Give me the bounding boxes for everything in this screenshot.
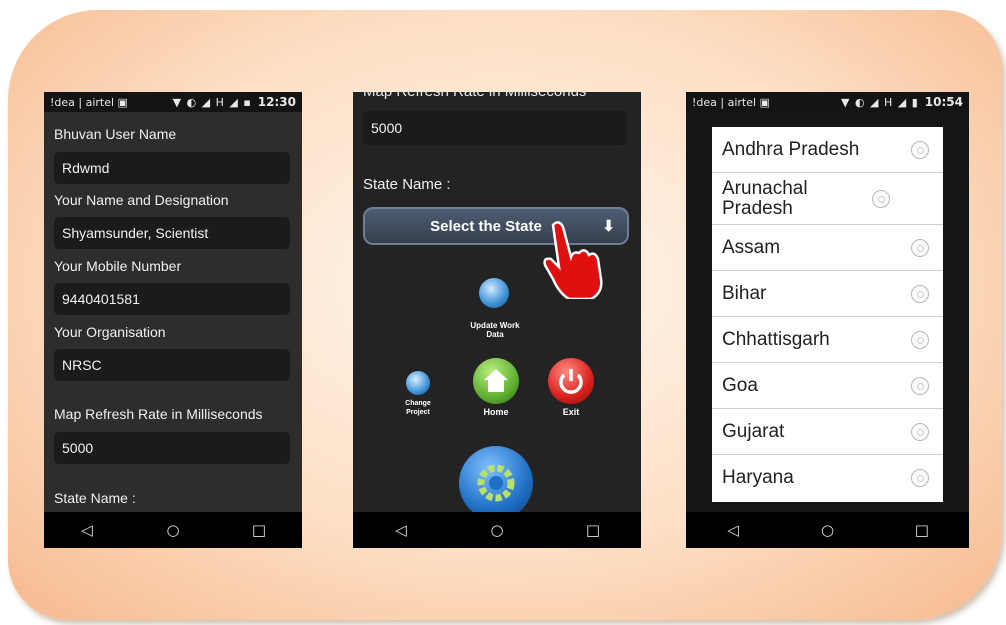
change-project-label: Change Project bbox=[405, 400, 431, 416]
status-bar: !dea | airtel ▣ ▼ ◐ ◢ H ◢ ▪ 12:30 bbox=[44, 92, 302, 112]
carrier-label: !dea | airtel ▣ bbox=[50, 95, 128, 109]
radio-button[interactable] bbox=[911, 330, 929, 349]
list-item[interactable]: Gujarat bbox=[712, 409, 943, 455]
nav-bar: ◁ ○ □ bbox=[686, 512, 969, 548]
name-designation-label: Your Name and Designation bbox=[54, 192, 229, 208]
user-name-field[interactable]: Rdwmd bbox=[54, 152, 290, 184]
select-state-label: Select the State bbox=[430, 217, 542, 235]
home-icon[interactable] bbox=[473, 358, 519, 404]
home-label: Home bbox=[483, 407, 509, 417]
arrow-down-icon: ⬇ bbox=[602, 218, 615, 235]
state-name: Bihar bbox=[722, 282, 767, 304]
state-name: Goa bbox=[722, 374, 758, 396]
list-item[interactable]: Goa bbox=[712, 363, 943, 409]
back-icon[interactable]: ◁ bbox=[381, 521, 421, 539]
radio-button[interactable] bbox=[911, 140, 929, 159]
list-item[interactable]: Arunachal Pradesh bbox=[712, 173, 943, 225]
state-name: Chhattisgarh bbox=[722, 328, 830, 350]
organisation-label: Your Organisation bbox=[54, 324, 166, 340]
back-icon[interactable]: ◁ bbox=[713, 521, 753, 539]
list-item[interactable]: Chhattisgarh bbox=[712, 317, 943, 363]
radio-button[interactable] bbox=[872, 189, 890, 208]
update-work-data-label: Update Work Data bbox=[470, 321, 520, 339]
home-nav-icon[interactable]: ○ bbox=[153, 521, 193, 539]
state-name: Andhra Pradesh bbox=[722, 138, 860, 160]
list-item[interactable]: Andhra Pradesh bbox=[712, 127, 943, 173]
recent-apps-icon[interactable]: □ bbox=[573, 521, 613, 539]
refresh-rate-field[interactable]: 5000 bbox=[363, 111, 627, 145]
recent-apps-icon[interactable]: □ bbox=[239, 521, 279, 539]
pointing-hand-icon bbox=[543, 221, 603, 299]
mobile-field[interactable]: 9440401581 bbox=[54, 283, 290, 315]
radio-button[interactable] bbox=[911, 238, 929, 257]
back-icon[interactable]: ◁ bbox=[67, 521, 107, 539]
state-name-label: State Name : bbox=[363, 176, 451, 193]
phone-state-picker: !dea | airtel ▣ ▼ ◐ ◢ H ◢ ▮ 10:54 Andhra… bbox=[686, 92, 969, 548]
clock: 10:54 bbox=[924, 95, 963, 109]
state-name-label: State Name : bbox=[54, 490, 136, 506]
organisation-field[interactable]: NRSC bbox=[54, 349, 290, 381]
radio-button[interactable] bbox=[911, 376, 929, 395]
signal-icons: ▼ ◐ ◢ H ◢ ▪ bbox=[172, 95, 252, 109]
radio-button[interactable] bbox=[911, 422, 929, 441]
list-item[interactable]: Bihar bbox=[712, 271, 943, 317]
recent-apps-icon[interactable]: □ bbox=[902, 521, 942, 539]
refresh-rate-label: Map Refresh Rate in Milliseconds bbox=[54, 406, 263, 422]
exit-label: Exit bbox=[562, 407, 580, 417]
nav-bar: ◁ ○ □ bbox=[353, 512, 641, 548]
refresh-rate-field[interactable]: 5000 bbox=[54, 432, 290, 464]
status-bar: !dea | airtel ▣ ▼ ◐ ◢ H ◢ ▮ 10:54 bbox=[686, 92, 969, 112]
radio-button[interactable] bbox=[911, 469, 929, 487]
update-work-data-icon[interactable] bbox=[479, 278, 509, 308]
home-nav-icon[interactable]: ○ bbox=[477, 521, 517, 539]
mobile-label: Your Mobile Number bbox=[54, 258, 182, 274]
user-name-label: Bhuvan User Name bbox=[54, 126, 177, 142]
phone-settings-form: !dea | airtel ▣ ▼ ◐ ◢ H ◢ ▪ 12:30 Bhuvan… bbox=[44, 92, 302, 548]
home-nav-icon[interactable]: ○ bbox=[807, 521, 847, 539]
list-item[interactable]: Haryana bbox=[712, 455, 943, 501]
nav-bar: ◁ ○ □ bbox=[44, 512, 302, 548]
radio-button[interactable] bbox=[911, 284, 929, 303]
exit-icon[interactable] bbox=[548, 358, 594, 404]
settings-gear-icon[interactable] bbox=[459, 446, 533, 520]
state-name: Gujarat bbox=[722, 420, 785, 442]
phone-state-menu: Map Refresh Rate in Milliseconds 5000 St… bbox=[353, 92, 641, 548]
state-picker-dialog: Andhra Pradesh Arunachal Pradesh Assam B… bbox=[712, 127, 943, 502]
state-name: Haryana bbox=[722, 467, 794, 488]
signal-icons: ▼ ◐ ◢ H ◢ ▮ bbox=[841, 95, 919, 109]
change-project-icon[interactable] bbox=[406, 371, 430, 395]
carrier-label: !dea | airtel ▣ bbox=[692, 95, 770, 109]
clock: 12:30 bbox=[257, 95, 296, 109]
list-item[interactable]: Assam bbox=[712, 225, 943, 271]
name-designation-field[interactable]: Shyamsunder, Scientist bbox=[54, 217, 290, 249]
state-name: Assam bbox=[722, 236, 781, 258]
refresh-rate-label-cut: Map Refresh Rate in Milliseconds bbox=[363, 92, 586, 100]
state-name: Arunachal Pradesh bbox=[722, 177, 808, 219]
